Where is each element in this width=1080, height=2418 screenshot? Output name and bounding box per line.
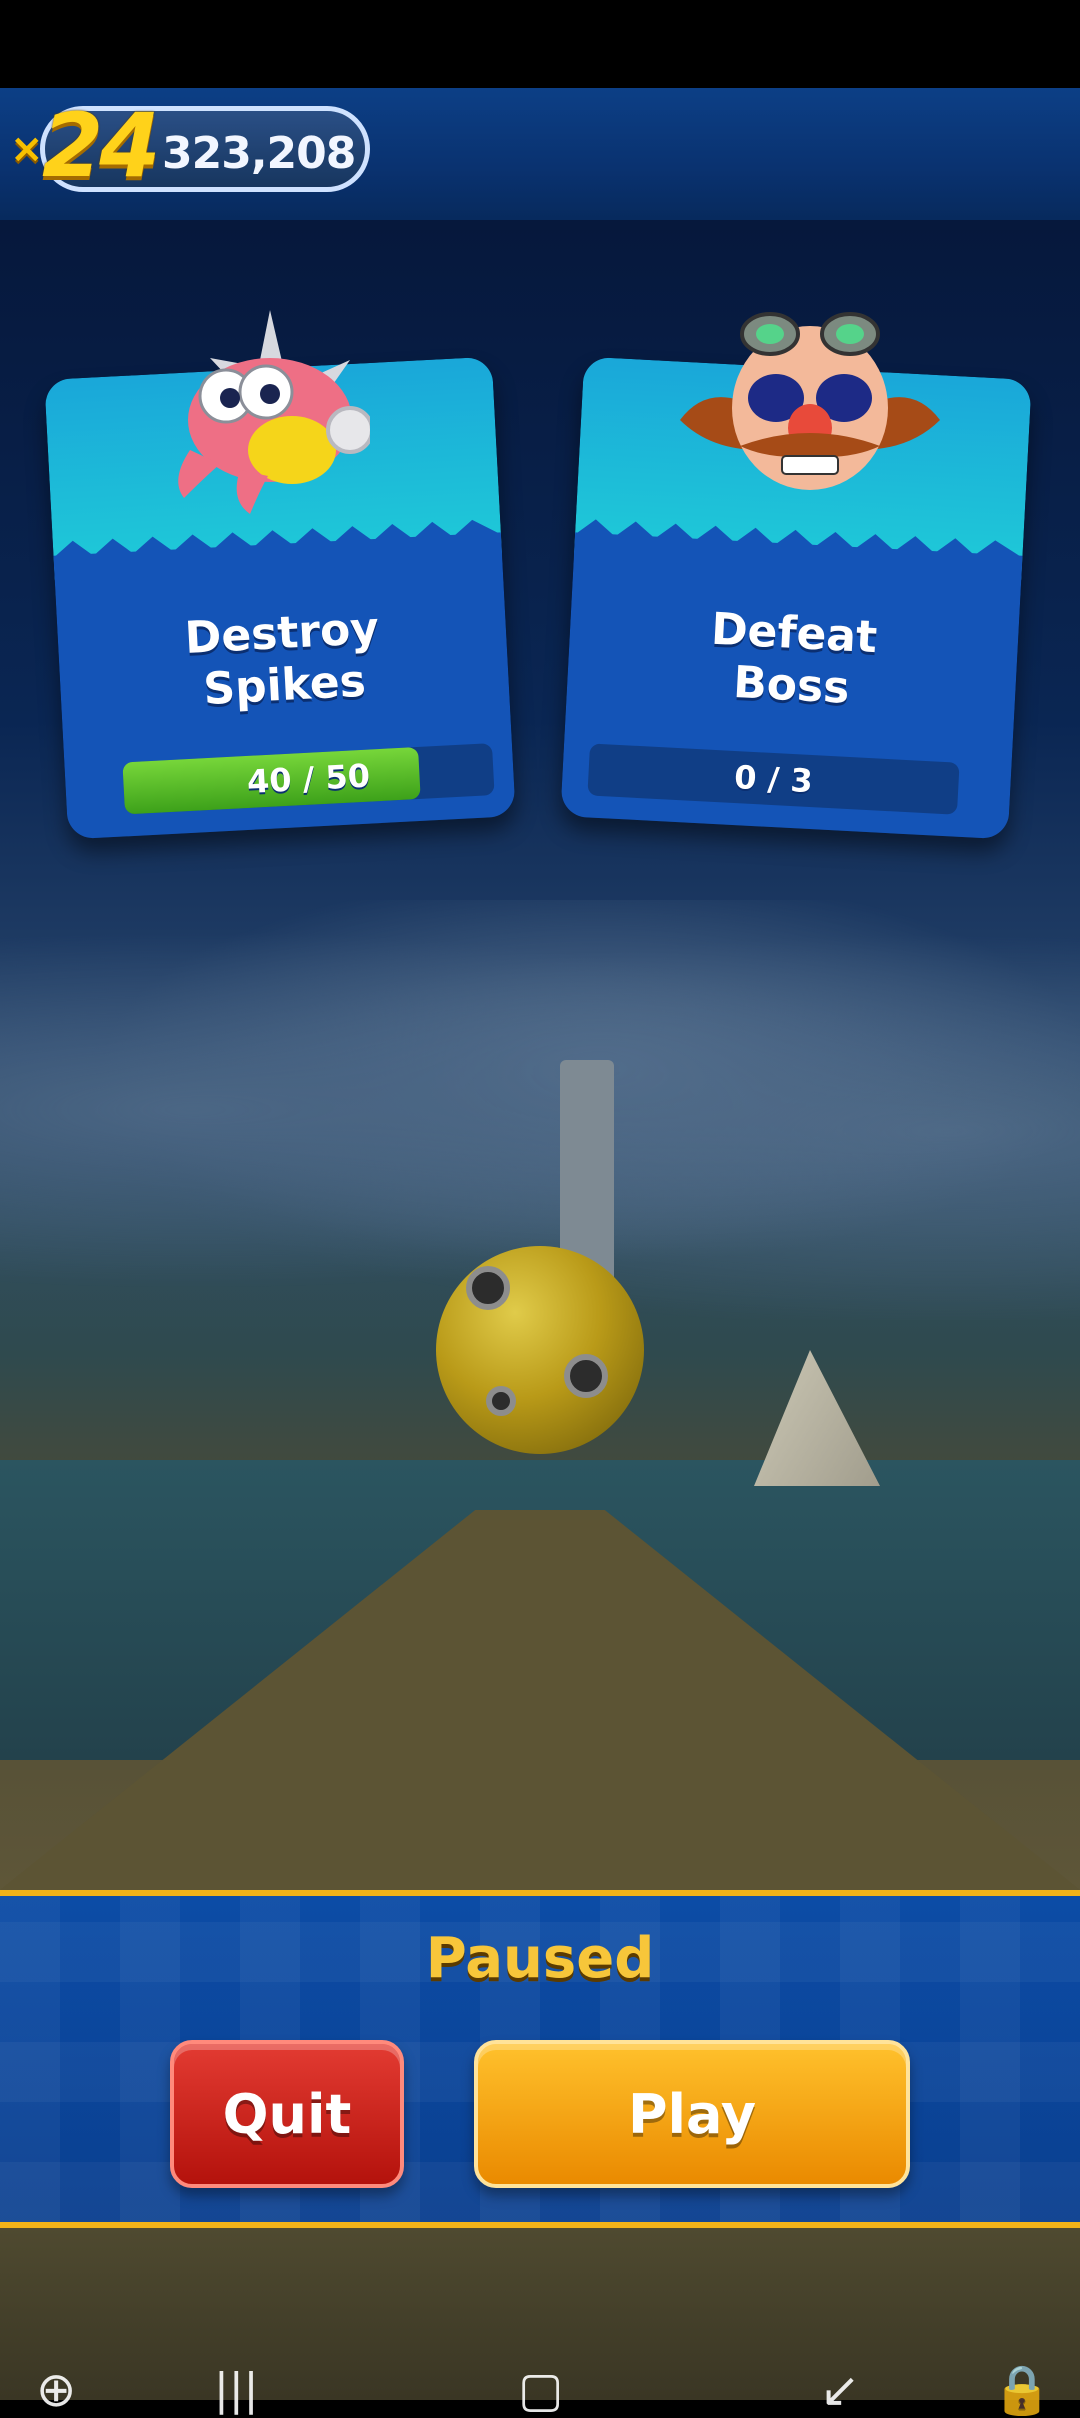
pause-title: Paused: [425, 1926, 655, 1991]
score-multiplier: 24: [42, 94, 160, 197]
multiplier-prefix: ×: [10, 126, 44, 172]
pause-menu: Paused Quit Play: [0, 1890, 1080, 2228]
ball-hole: [486, 1386, 516, 1416]
add-icon[interactable]: ⊕: [36, 2366, 76, 2414]
lock-icon[interactable]: 🔒: [992, 2366, 1052, 2414]
ball-hole: [466, 1266, 510, 1310]
eggman-face-icon: [670, 300, 950, 500]
play-button[interactable]: Play: [474, 2040, 910, 2188]
player-ball: [436, 1246, 644, 1454]
ball-hole: [564, 1354, 608, 1398]
back-icon[interactable]: ↙: [820, 2366, 860, 2414]
spikes-badnik-icon: [160, 300, 374, 520]
quit-button[interactable]: Quit: [170, 2040, 404, 2188]
recents-icon[interactable]: |||: [214, 2366, 258, 2414]
home-icon[interactable]: ▢: [518, 2366, 563, 2414]
status-bar: [0, 0, 1080, 88]
hud-top-bar: × 24 323,208: [0, 88, 1080, 226]
score-value: 323,208: [162, 128, 356, 179]
